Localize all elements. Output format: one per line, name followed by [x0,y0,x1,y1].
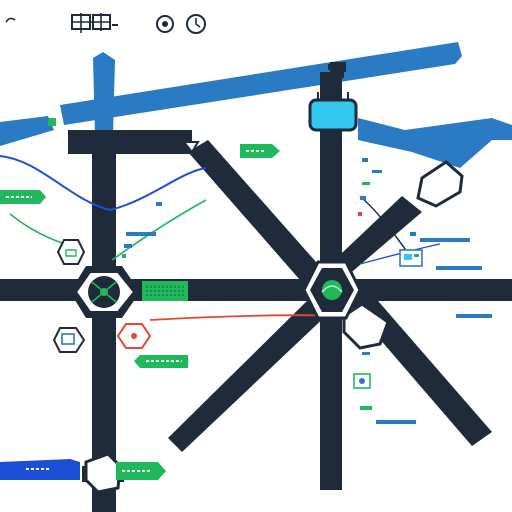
network-diagram-canvas [0,0,512,512]
top-blue-band [60,42,462,125]
toolbar [5,13,206,34]
top-crossbar [68,130,192,154]
bottom-left-cap [84,452,122,494]
blue-vertical-bar [93,52,115,135]
clock-icon[interactable] [186,14,206,34]
tag-pill[interactable] [0,462,60,476]
diagonal-beam-lower-left [168,296,330,452]
upper-right-cap [416,160,464,208]
diagonal-beam-upper-left [188,140,332,296]
tag-pill[interactable] [116,462,166,480]
back-curl-icon[interactable] [5,17,16,23]
joint-caps [84,141,464,494]
shield-node-icon[interactable] [56,239,86,265]
alert-node-icon[interactable] [116,323,152,349]
device-node-icon[interactable] [399,249,423,267]
compass-hub-icon[interactable] [70,266,140,318]
tag-pill[interactable] [134,355,188,368]
green-data-panel[interactable] [142,281,188,301]
tag-pill[interactable] [240,144,280,158]
green-wire-center [111,199,207,261]
radar-hub-icon[interactable] [302,260,362,320]
toolbar-grid-icon[interactable] [71,13,118,33]
router-node-small-icon[interactable] [353,373,371,389]
left-blue-strip [0,116,54,146]
right-blue-strip [358,118,512,168]
monitor-node-icon[interactable] [52,327,86,353]
tag-pill[interactable] [0,190,46,204]
network-diagram [0,13,512,512]
record-icon[interactable] [156,15,174,33]
